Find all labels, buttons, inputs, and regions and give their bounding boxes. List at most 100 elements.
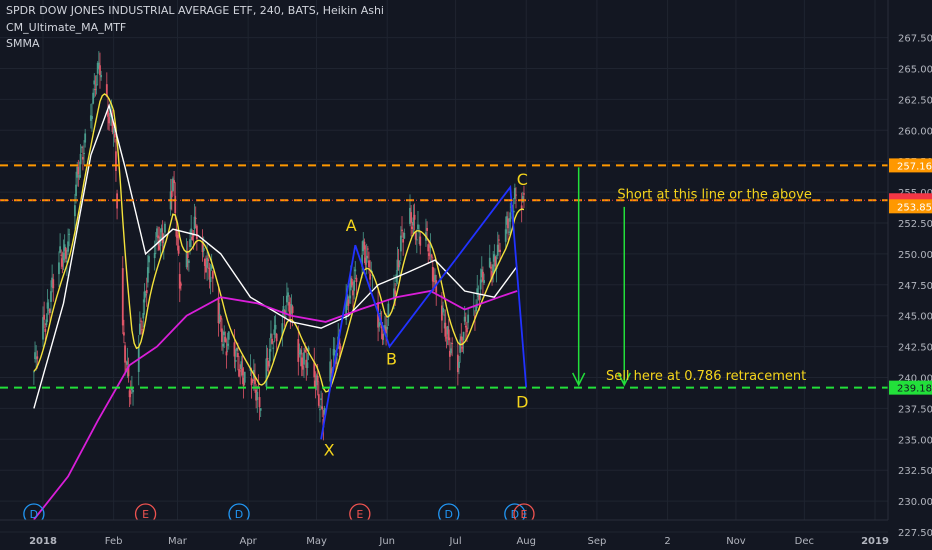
candle-body — [113, 133, 116, 138]
time-tick-label: Mar — [168, 536, 188, 547]
candle-body — [299, 349, 302, 355]
candle-body — [508, 231, 511, 233]
price-tick-label: 247.50 — [898, 281, 932, 292]
candle-body — [271, 338, 273, 344]
candle-body — [347, 299, 350, 306]
candle-body — [459, 339, 462, 353]
candle-body — [268, 348, 271, 362]
price-tick-label: 232.50 — [898, 466, 932, 477]
candle-body — [333, 350, 336, 353]
time-tick-label: 2018 — [29, 536, 57, 547]
candle-body — [141, 329, 144, 331]
candle-body — [464, 325, 467, 328]
candle-body — [256, 391, 259, 400]
candle-body — [354, 269, 357, 272]
candle-body — [48, 308, 51, 314]
price-tick-label: 237.50 — [898, 404, 932, 415]
pattern-point-label: B — [386, 350, 397, 369]
candle-body — [270, 333, 272, 339]
candle-body — [513, 188, 516, 199]
candle-body — [267, 360, 270, 367]
candle-body — [221, 328, 223, 342]
annotation-text: Short at this line or the above — [617, 187, 811, 202]
candle-body — [140, 320, 142, 322]
candle-body — [272, 347, 275, 349]
candle-body — [177, 245, 180, 254]
candle-body — [157, 235, 160, 239]
candle-body — [479, 279, 482, 290]
candle-body — [178, 274, 181, 289]
indicator-smma[interactable]: SMMA — [6, 36, 384, 53]
candle-body — [180, 283, 182, 286]
candle-body — [46, 302, 49, 309]
candle-body — [234, 359, 237, 362]
pattern-point-label: D — [516, 392, 528, 411]
candle-body — [240, 361, 243, 369]
candle-body — [395, 274, 398, 283]
candle-body — [430, 254, 433, 258]
candle-body — [226, 343, 229, 346]
price-tick-label: 250.00 — [898, 250, 932, 261]
candle-body — [50, 291, 52, 302]
candle-body — [398, 261, 401, 265]
candle-body — [219, 315, 222, 320]
candle-body — [187, 260, 190, 263]
candle-body — [94, 88, 97, 91]
candle-body — [129, 392, 132, 394]
candle-body — [460, 336, 463, 341]
candle-body — [462, 331, 465, 341]
candle-body — [259, 408, 262, 411]
candle-body — [44, 328, 47, 332]
candle-body — [291, 306, 294, 313]
candle-body — [266, 358, 269, 360]
candle-body — [368, 260, 370, 268]
price-tick-label: 245.00 — [898, 312, 932, 323]
symbol-title[interactable]: SPDR DOW JONES INDUSTRIAL AVERAGE ETF, 2… — [6, 3, 384, 20]
candle-body — [79, 153, 82, 165]
candle-body — [146, 267, 149, 283]
candle-body — [164, 223, 166, 233]
candle-body — [223, 331, 226, 336]
candle-body — [241, 368, 244, 376]
candle-body — [433, 281, 435, 283]
time-tick-label: Jun — [378, 536, 395, 547]
indicator-ultimate-ma[interactable]: CM_Ultimate_MA_MTF — [6, 20, 384, 37]
candle-body — [523, 193, 525, 195]
price-chart[interactable]: X A B C D Short at this line or the above Sel… — [0, 0, 932, 550]
candle-body — [515, 194, 517, 196]
pattern-point-label: C — [517, 170, 528, 189]
candle-body — [74, 205, 76, 217]
candle-body — [301, 365, 304, 370]
candle-body — [173, 180, 175, 184]
candle-body — [84, 133, 87, 143]
time-tick-label: 2 — [664, 536, 670, 547]
time-tick-label: Jul — [449, 536, 462, 547]
time-tick-label: May — [306, 536, 327, 547]
candle-body — [339, 346, 342, 350]
candle-body — [288, 302, 291, 312]
candle-body — [235, 347, 238, 351]
candle-body — [410, 212, 413, 223]
candle-body — [62, 252, 65, 261]
price-badge-label: 253.85 — [897, 202, 932, 213]
candle-body — [447, 329, 450, 341]
candle-body — [176, 234, 179, 239]
candle-body — [143, 291, 146, 303]
candle-body — [366, 248, 369, 250]
candle-body — [363, 241, 366, 250]
candle-body — [492, 264, 495, 273]
candle-body — [243, 371, 246, 383]
candle-body — [403, 232, 406, 239]
candle-body — [317, 394, 320, 406]
candle-body — [42, 317, 44, 340]
candle-body — [36, 356, 39, 359]
candle-body — [497, 239, 500, 241]
candle-body — [174, 195, 177, 214]
candle-body — [108, 116, 111, 124]
time-tick-label: Nov — [726, 536, 746, 547]
chart-background — [0, 0, 932, 550]
candle-body — [60, 254, 63, 256]
price-tick-label: 235.00 — [898, 435, 932, 446]
candle-body — [225, 351, 228, 356]
candle-body — [304, 349, 307, 353]
